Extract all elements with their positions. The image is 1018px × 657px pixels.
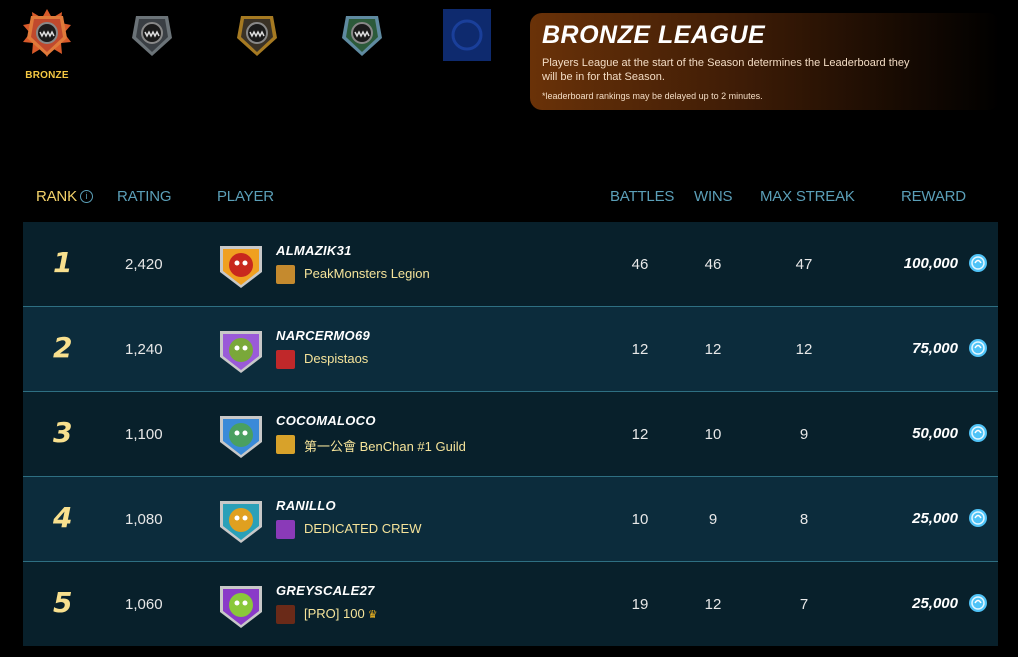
header-rank: RANK i [36,188,93,205]
rank-number: 5 [53,586,73,619]
wins-value: 9 [708,511,718,528]
league-tab-champion[interactable] [435,8,499,78]
player-name[interactable]: RANILLO [276,498,336,513]
credits-coin-icon [969,424,987,442]
credits-coin-icon [969,254,987,272]
max-streak-value: 12 [795,341,813,358]
leaderboard-row[interactable]: 3 1,100 COCOMALOCO 第一公會 BenChan #1 Guild… [23,392,998,477]
player-name[interactable]: GREYSCALE27 [276,583,375,598]
guild-name[interactable]: 第一公會 BenChan #1 Guild [304,436,469,455]
header-battles: BATTLES [610,188,675,205]
player-avatar[interactable] [216,495,266,545]
wins-value: 10 [704,426,722,443]
diamond-league-icon [342,16,382,56]
league-description: Players League at the start of the Seaso… [542,57,910,83]
wins-value: 12 [704,341,722,358]
guild-icon [276,350,295,369]
reward-value: 25,000 [912,595,958,612]
league-info-panel: BRONZE LEAGUE Players League at the star… [530,13,1000,110]
player-name[interactable]: NARCERMO69 [276,328,370,343]
leaderboard-row[interactable]: 4 1,080 RANILLO DEDICATED CREW 10 9 8 25… [23,477,998,562]
guild-name[interactable]: DEDICATED CREW [304,521,424,536]
rank-number: 1 [53,246,73,279]
battles-value: 46 [631,256,649,273]
gold-league-icon [237,16,277,56]
credits-coin-icon [969,509,987,527]
guild-name-label: [PRO] 100 [304,606,365,621]
reward-value: 25,000 [912,510,958,527]
rating-value: 1,100 [125,426,163,443]
guild-name[interactable]: [PRO] 100 ♛ [304,606,378,621]
reward-value: 100,000 [903,255,958,272]
max-streak-value: 7 [799,596,809,613]
header-reward: REWARD [901,188,966,205]
league-note: *leaderboard rankings may be delayed up … [542,91,763,101]
rank-number: 3 [53,416,73,449]
guild-name-label: Despistaos [304,351,369,366]
wins-value: 46 [704,256,722,273]
league-tab-bronze[interactable]: BRONZE [15,8,79,81]
battles-value: 12 [631,426,649,443]
league-tab-diamond[interactable] [330,8,394,78]
rank-number: 2 [53,331,73,364]
credits-coin-icon [969,594,987,612]
header-rank-label: RANK [36,188,77,205]
guild-icon [276,265,295,284]
player-avatar[interactable] [216,325,266,375]
battles-value: 12 [631,341,649,358]
player-name[interactable]: ALMAZIK31 [276,243,352,258]
leaderboard-table: 1 2,420 ALMAZIK31 PeakMonsters Legion 46… [23,222,998,646]
max-streak-value: 9 [799,426,809,443]
battles-value: 10 [631,511,649,528]
battles-value: 19 [631,596,649,613]
guild-icon [276,605,295,624]
league-title: BRONZE LEAGUE [542,21,766,49]
guild-name[interactable]: Despistaos [304,351,371,366]
reward-value: 75,000 [912,340,958,357]
guild-name-label: 第一公會 BenChan #1 Guild [304,439,466,454]
rating-value: 2,420 [125,256,163,273]
player-avatar[interactable] [216,410,266,460]
header-max-streak: MAX STREAK [760,188,855,205]
rank-number: 4 [53,501,73,534]
guild-icon [276,435,295,454]
leaderboard-row[interactable]: 1 2,420 ALMAZIK31 PeakMonsters Legion 46… [23,222,998,307]
player-name[interactable]: COCOMALOCO [276,413,376,428]
rating-value: 1,240 [125,341,163,358]
silver-league-icon [132,16,172,56]
reward-value: 50,000 [912,425,958,442]
guild-name-label: DEDICATED CREW [304,521,422,536]
crown-icon: ♛ [367,609,378,621]
info-icon[interactable]: i [79,190,93,203]
champion-league-icon [443,9,491,61]
header-player: PLAYER [217,188,274,205]
max-streak-value: 47 [795,256,813,273]
header-wins: WINS [694,188,733,205]
player-avatar[interactable] [216,240,266,290]
league-label: BRONZE [25,70,69,81]
bronze-league-icon [23,9,71,57]
rating-value: 1,060 [125,596,163,613]
max-streak-value: 8 [799,511,809,528]
header-rating: RATING [117,188,172,205]
guild-name-label: PeakMonsters Legion [304,266,430,281]
rating-value: 1,080 [125,511,163,528]
player-avatar[interactable] [216,580,266,630]
league-tab-silver[interactable] [120,8,184,78]
guild-icon [276,520,295,539]
leaderboard-row[interactable]: 2 1,240 NARCERMO69 Despistaos 12 12 12 7… [23,307,998,392]
league-tab-gold[interactable] [225,8,289,78]
leaderboard-row[interactable]: 5 1,060 GREYSCALE27 [PRO] 100 ♛ 19 12 7 2… [23,562,998,646]
wins-value: 12 [704,596,722,613]
guild-name[interactable]: PeakMonsters Legion [304,266,433,281]
credits-coin-icon [969,339,987,357]
